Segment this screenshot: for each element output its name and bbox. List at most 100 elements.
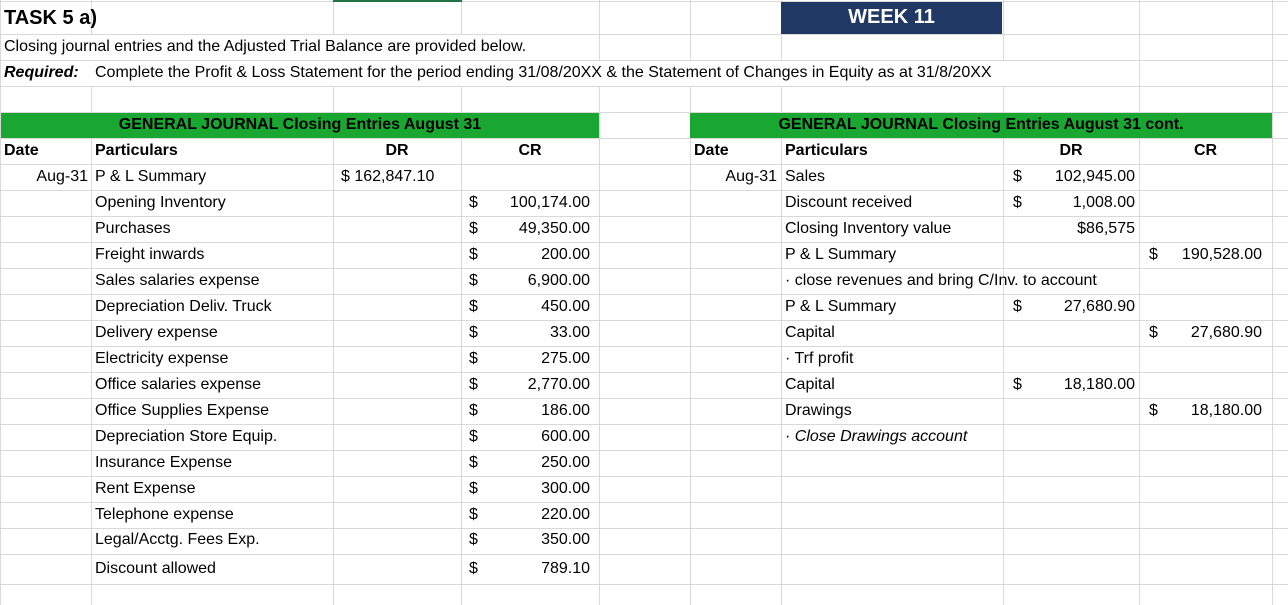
journal-cr-symbol: $ [469,480,478,497]
gridline [0,424,1288,425]
journal-particulars: P & L Summary [785,298,897,315]
intro-text: Closing journal entries and the Adjusted… [4,38,527,55]
journal-cr-symbol: $ [469,428,478,445]
journal-particulars: Telephone expense [95,506,234,523]
gridline [461,0,462,605]
right-col-date: Date [694,142,729,159]
gridline [599,0,600,605]
journal-particulars: Sales [785,168,826,185]
journal-particulars: Insurance Expense [95,454,232,471]
journal-particulars: P & L Summary [95,168,207,185]
left-col-dr: DR [385,142,409,159]
journal-cr: 190,528.00 [1181,246,1262,263]
journal-dr-symbol: $ [1013,376,1022,393]
journal-cr: 18,180.00 [1190,402,1262,419]
gridline [0,0,1,605]
journal-cr-symbol: $ [469,402,478,419]
journal-particulars: Electricity expense [95,350,229,367]
required-text: Complete the Profit & Loss Statement for… [95,64,992,81]
journal-particulars: Legal/Acctg. Fees Exp. [95,531,260,548]
right-journal-title: GENERAL JOURNAL Closing Entries August 3… [778,116,1184,133]
journal-cr: 200.00 [541,246,590,263]
journal-dr: 18,180.00 [1063,376,1135,393]
gridline [0,584,1288,585]
gridline [0,476,1288,477]
journal-cr-symbol: $ [469,454,478,471]
required-label: Required: [4,64,79,81]
journal-particulars: · close revenues and bring C/Inv. to acc… [785,272,1097,289]
journal-cr-symbol: $ [1149,402,1158,419]
journal-particulars: Office Supplies Expense [95,402,270,419]
journal-dr: 102,945.00 [1054,168,1135,185]
journal-particulars: Capital [785,376,835,393]
journal-cr: 220.00 [541,506,590,523]
journal-cr-symbol: $ [469,506,478,523]
journal-cr-symbol: $ [469,531,478,548]
journal-dr-symbol: $ [1013,194,1022,211]
journal-cr: 350.00 [541,531,590,548]
journal-cr: 33.00 [549,324,590,341]
gridline [91,0,92,605]
gridline [1003,0,1004,605]
journal-particulars: Capital [785,324,835,341]
journal-dr-symbol: $ [1013,168,1022,185]
journal-cr-symbol: $ [469,324,478,341]
journal-particulars: · Close Drawings account [785,428,968,445]
gridline [781,0,782,605]
journal-particulars: Freight inwards [95,246,205,263]
journal-particulars: Depreciation Store Equip. [95,428,278,445]
journal-dr: $86,575 [1077,220,1135,237]
journal-cr-symbol: $ [469,220,478,237]
journal-cr: 186.00 [541,402,590,419]
left-col-date: Date [4,142,39,159]
journal-particulars: Purchases [95,220,171,237]
gridline [1139,0,1140,605]
right-col-particulars: Particulars [785,142,868,159]
journal-cr: 275.00 [541,350,590,367]
gridline [0,138,1288,139]
task-title: TASK 5 a) [4,7,97,29]
gridline [0,86,1288,87]
journal-particulars: · Trf profit [785,350,854,367]
journal-cr-symbol: $ [469,560,478,577]
gridline [0,528,1288,529]
gridline [0,450,1288,451]
journal-particulars: Delivery expense [95,324,218,341]
week-badge: WEEK 11 [781,2,1002,34]
journal-cr-symbol: $ [469,376,478,393]
journal-cr: 49,350.00 [518,220,590,237]
left-col-cr: CR [518,142,542,159]
gridline [0,294,1288,295]
journal-cr: 600.00 [541,428,590,445]
journal-dr: 27,680.90 [1063,298,1135,315]
journal-cr-symbol: $ [469,298,478,315]
journal-cr: 300.00 [541,480,590,497]
journal-particulars: Office salaries expense [95,376,262,393]
gridline [0,190,1288,191]
journal-cr-symbol: $ [469,272,478,289]
journal-dr: 1,008.00 [1072,194,1135,211]
gridline [690,0,691,605]
gridline [0,398,1288,399]
right-col-cr: CR [1193,142,1218,159]
journal-date: Aug-31 [725,168,777,185]
gridline [0,216,1288,217]
journal-cr: 100,174.00 [509,194,590,211]
journal-date: Aug-31 [36,168,88,185]
right-col-dr: DR [1059,142,1083,159]
left-col-particulars: Particulars [95,142,178,159]
journal-particulars: Drawings [785,402,852,419]
journal-cr-symbol: $ [469,350,478,367]
journal-particulars: Opening Inventory [95,194,226,211]
journal-particulars: Rent Expense [95,480,196,497]
gridline [0,242,1288,243]
gridline [0,346,1288,347]
journal-particulars: P & L Summary [785,246,897,263]
journal-cr: 789.10 [541,560,590,577]
journal-cr-symbol: $ [1149,324,1158,341]
journal-particulars: Discount allowed [95,560,216,577]
spreadsheet-grid[interactable]: TASK 5 a) WEEK 11 Closing journal entrie… [0,0,1288,605]
gridline [0,164,1288,165]
gridline [0,502,1288,503]
journal-cr-symbol: $ [1149,246,1158,263]
